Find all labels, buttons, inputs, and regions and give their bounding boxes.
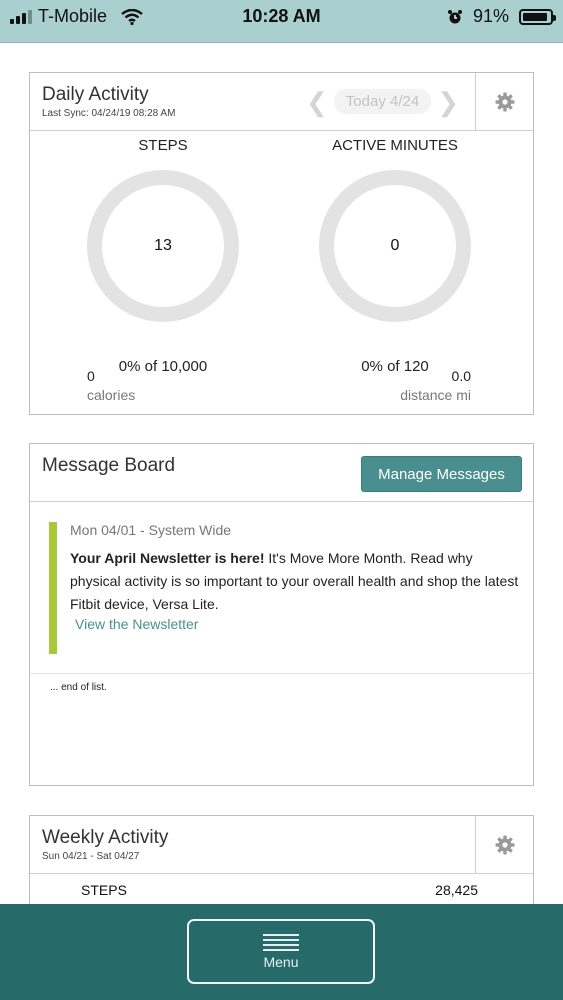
message-board-title: Message Board — [42, 455, 176, 476]
battery-fill — [523, 12, 547, 21]
steps-value: 13 — [154, 237, 172, 254]
gear-icon — [495, 835, 514, 855]
weekly-range-text: Sun 04/21 - Sat 04/27 — [42, 851, 140, 862]
calories-label: calories — [87, 387, 136, 403]
distance-value: 0.0 — [451, 368, 471, 384]
bottom-nav-bar: Menu — [0, 904, 563, 1000]
alarm-icon — [447, 9, 462, 23]
message-body: Your April Newsletter is here! It's Move… — [70, 547, 519, 616]
weekly-activity-header: Weekly Activity Sun 04/21 - Sat 04/27 — [30, 816, 533, 874]
manage-messages-button[interactable]: Manage Messages — [361, 456, 522, 492]
daily-activity-title: Daily Activity — [42, 84, 149, 105]
steps-column: STEPS 13 0% of 10,000 — [53, 133, 273, 375]
active-minutes-label: ACTIVE MINUTES — [332, 137, 458, 154]
weekly-steps-value: 28,425 — [435, 882, 478, 898]
active-minutes-value: 0 — [390, 237, 400, 254]
distance-stat: 0.0 distance mi — [400, 368, 471, 403]
date-navigator: ❮ Today 4/24 ❯ — [306, 89, 459, 115]
message-item: Mon 04/01 - System Wide Your April Newsl… — [49, 522, 519, 654]
menu-label: Menu — [263, 953, 299, 970]
message-board-card: Message Board Manage Messages Mon 04/01 … — [29, 443, 534, 786]
battery-percent: 91% — [472, 6, 509, 26]
calories-value: 0 — [87, 368, 95, 384]
status-right: 91% — [447, 6, 556, 27]
weekly-settings-button[interactable] — [475, 816, 533, 874]
steps-ring: 13 — [87, 170, 239, 322]
active-minutes-column: ACTIVE MINUTES 0 0% of 120 — [285, 133, 505, 375]
daily-activity-card: Daily Activity Last Sync: 04/24/19 08:28… — [29, 72, 534, 415]
status-bar: T-Mobile 10:28 AM 91% — [0, 0, 563, 43]
distance-label: distance mi — [400, 387, 471, 403]
weekly-steps-row: STEPS 28,425 — [30, 876, 533, 906]
battery-icon — [519, 8, 556, 25]
list-divider — [30, 673, 533, 674]
view-newsletter-link[interactable]: View the Newsletter — [75, 616, 198, 632]
menu-button[interactable]: Menu — [187, 919, 375, 984]
chevron-left-icon[interactable]: ❮ — [306, 89, 328, 115]
message-headline: Your April Newsletter is here! — [70, 550, 265, 566]
message-board-header: Message Board Manage Messages — [30, 444, 533, 502]
active-minutes-progress: 0% of 120 — [361, 358, 429, 375]
steps-progress: 0% of 10,000 — [118, 358, 208, 375]
weekly-steps-label: STEPS — [81, 882, 127, 898]
last-sync-text: Last Sync: 04/24/19 08:28 AM — [42, 108, 176, 119]
calories-stat: 0 calories — [87, 368, 135, 403]
message-meta: Mon 04/01 - System Wide — [70, 522, 232, 538]
menu-icon — [263, 933, 299, 951]
active-minutes-ring: 0 — [319, 170, 471, 322]
daily-settings-button[interactable] — [475, 73, 533, 131]
date-label[interactable]: Today 4/24 — [333, 89, 432, 114]
steps-label: STEPS — [138, 137, 188, 154]
weekly-activity-title: Weekly Activity — [42, 827, 169, 848]
daily-activity-header: Daily Activity Last Sync: 04/24/19 08:28… — [30, 73, 533, 131]
end-of-list-text: ... end of list. — [50, 682, 107, 693]
gear-icon — [495, 92, 514, 112]
chevron-right-icon[interactable]: ❯ — [437, 89, 459, 115]
